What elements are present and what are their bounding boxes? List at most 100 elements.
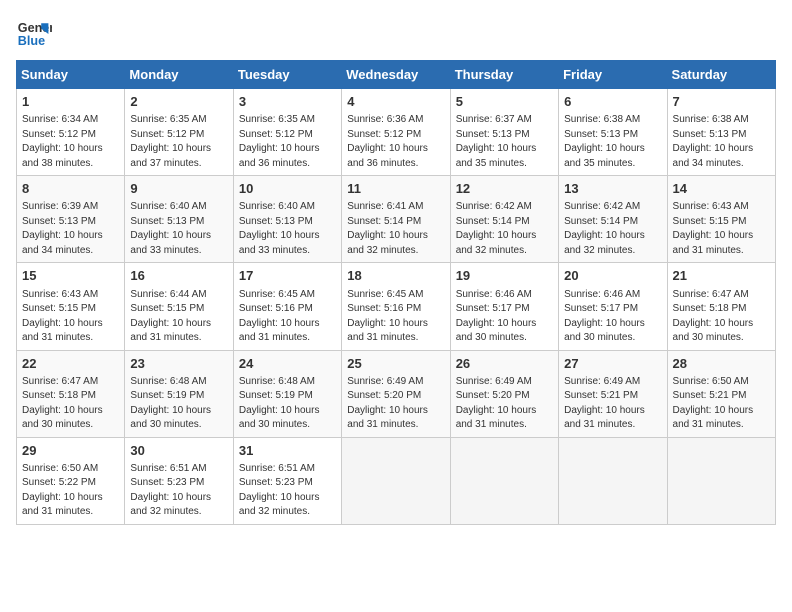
day-number: 4: [347, 93, 444, 111]
day-number: 26: [456, 355, 553, 373]
day-info: Sunrise: 6:35 AMSunset: 5:12 PMDaylight:…: [130, 113, 227, 171]
day-info: Sunrise: 6:49 AMSunset: 5:20 PMDaylight:…: [456, 375, 553, 433]
calendar-day-cell: 10 Sunrise: 6:40 AMSunset: 5:13 PMDayligh…: [233, 176, 341, 263]
calendar-day-cell: 8 Sunrise: 6:39 AMSunset: 5:13 PMDaylight…: [17, 176, 125, 263]
day-info: Sunrise: 6:49 AMSunset: 5:21 PMDaylight:…: [564, 375, 661, 433]
day-number: 2: [130, 93, 227, 111]
day-info: Sunrise: 6:38 AMSunset: 5:13 PMDaylight:…: [564, 113, 661, 171]
day-number: 13: [564, 180, 661, 198]
day-info: Sunrise: 6:38 AMSunset: 5:13 PMDaylight:…: [673, 113, 770, 171]
day-info: Sunrise: 6:44 AMSunset: 5:15 PMDaylight:…: [130, 288, 227, 346]
calendar-day-cell: 2 Sunrise: 6:35 AMSunset: 5:12 PMDaylight…: [125, 89, 233, 176]
calendar-day-cell: 26 Sunrise: 6:49 AMSunset: 5:20 PMDayligh…: [450, 350, 558, 437]
day-info: Sunrise: 6:49 AMSunset: 5:20 PMDaylight:…: [347, 375, 444, 433]
day-info: Sunrise: 6:46 AMSunset: 5:17 PMDaylight:…: [456, 288, 553, 346]
day-number: 17: [239, 267, 336, 285]
day-number: 31: [239, 442, 336, 460]
day-info: Sunrise: 6:47 AMSunset: 5:18 PMDaylight:…: [22, 375, 119, 433]
day-number: 20: [564, 267, 661, 285]
calendar-week-row: 22Sunrise: 6:47 AMSunset: 5:18 PMDayligh…: [17, 350, 776, 437]
day-header-sunday: Sunday: [17, 61, 125, 89]
calendar-day-cell: 27 Sunrise: 6:49 AMSunset: 5:21 PMDayligh…: [559, 350, 667, 437]
calendar-day-cell: [559, 437, 667, 524]
day-number: 11: [347, 180, 444, 198]
day-number: 1: [22, 93, 119, 111]
calendar-day-cell: 14 Sunrise: 6:43 AMSunset: 5:15 PMDayligh…: [667, 176, 775, 263]
calendar-day-cell: 21 Sunrise: 6:47 AMSunset: 5:18 PMDayligh…: [667, 263, 775, 350]
day-info: Sunrise: 6:42 AMSunset: 5:14 PMDaylight:…: [564, 200, 661, 258]
calendar-week-row: 29 Sunrise: 6:50 AMSunset: 5:22 PMDayligh…: [17, 437, 776, 524]
calendar-day-cell: 20 Sunrise: 6:46 AMSunset: 5:17 PMDayligh…: [559, 263, 667, 350]
logo-icon: General Blue: [16, 16, 52, 52]
calendar-day-cell: 18 Sunrise: 6:45 AMSunset: 5:16 PMDayligh…: [342, 263, 450, 350]
calendar-day-cell: 3 Sunrise: 6:35 AMSunset: 5:12 PMDaylight…: [233, 89, 341, 176]
day-info: Sunrise: 6:47 AMSunset: 5:18 PMDaylight:…: [673, 288, 770, 346]
calendar-day-cell: 9 Sunrise: 6:40 AMSunset: 5:13 PMDaylight…: [125, 176, 233, 263]
day-number: 18: [347, 267, 444, 285]
day-number: 12: [456, 180, 553, 198]
day-info: Sunrise: 6:42 AMSunset: 5:14 PMDaylight:…: [456, 200, 553, 258]
day-info: Sunrise: 6:46 AMSunset: 5:17 PMDaylight:…: [564, 288, 661, 346]
day-number: 21: [673, 267, 770, 285]
day-number: 10: [239, 180, 336, 198]
day-info: Sunrise: 6:50 AMSunset: 5:22 PMDaylight:…: [22, 462, 119, 520]
calendar-day-cell: 24 Sunrise: 6:48 AMSunset: 5:19 PMDayligh…: [233, 350, 341, 437]
day-number: 8: [22, 180, 119, 198]
calendar-day-cell: 7 Sunrise: 6:38 AMSunset: 5:13 PMDaylight…: [667, 89, 775, 176]
calendar-day-cell: 19Sunrise: 6:46 AMSunset: 5:17 PMDayligh…: [450, 263, 558, 350]
day-info: Sunrise: 6:45 AMSunset: 5:16 PMDaylight:…: [347, 288, 444, 346]
day-info: Sunrise: 6:36 AMSunset: 5:12 PMDaylight:…: [347, 113, 444, 171]
day-info: Sunrise: 6:45 AMSunset: 5:16 PMDaylight:…: [239, 288, 336, 346]
page-header: General Blue: [16, 16, 776, 52]
day-number: 7: [673, 93, 770, 111]
day-number: 14: [673, 180, 770, 198]
day-info: Sunrise: 6:48 AMSunset: 5:19 PMDaylight:…: [239, 375, 336, 433]
day-header-thursday: Thursday: [450, 61, 558, 89]
calendar-day-cell: 6 Sunrise: 6:38 AMSunset: 5:13 PMDaylight…: [559, 89, 667, 176]
day-info: Sunrise: 6:34 AMSunset: 5:12 PMDaylight:…: [22, 113, 119, 171]
calendar-week-row: 15Sunrise: 6:43 AMSunset: 5:15 PMDayligh…: [17, 263, 776, 350]
day-number: 28: [673, 355, 770, 373]
calendar-day-cell: [450, 437, 558, 524]
day-number: 15: [22, 267, 119, 285]
day-info: Sunrise: 6:51 AMSunset: 5:23 PMDaylight:…: [239, 462, 336, 520]
calendar-week-row: 8 Sunrise: 6:39 AMSunset: 5:13 PMDaylight…: [17, 176, 776, 263]
day-info: Sunrise: 6:37 AMSunset: 5:13 PMDaylight:…: [456, 113, 553, 171]
day-number: 6: [564, 93, 661, 111]
calendar-day-cell: 23Sunrise: 6:48 AMSunset: 5:19 PMDayligh…: [125, 350, 233, 437]
day-info: Sunrise: 6:40 AMSunset: 5:13 PMDaylight:…: [239, 200, 336, 258]
calendar-day-cell: 28Sunrise: 6:50 AMSunset: 5:21 PMDayligh…: [667, 350, 775, 437]
calendar-day-cell: 31 Sunrise: 6:51 AMSunset: 5:23 PMDayligh…: [233, 437, 341, 524]
day-info: Sunrise: 6:35 AMSunset: 5:12 PMDaylight:…: [239, 113, 336, 171]
calendar-day-cell: 15Sunrise: 6:43 AMSunset: 5:15 PMDayligh…: [17, 263, 125, 350]
calendar-day-cell: [342, 437, 450, 524]
calendar-day-cell: 1 Sunrise: 6:34 AMSunset: 5:12 PMDaylight…: [17, 89, 125, 176]
day-number: 24: [239, 355, 336, 373]
calendar-week-row: 1 Sunrise: 6:34 AMSunset: 5:12 PMDaylight…: [17, 89, 776, 176]
calendar-header-row: SundayMondayTuesdayWednesdayThursdayFrid…: [17, 61, 776, 89]
day-number: 27: [564, 355, 661, 373]
day-header-saturday: Saturday: [667, 61, 775, 89]
day-info: Sunrise: 6:39 AMSunset: 5:13 PMDaylight:…: [22, 200, 119, 258]
calendar-day-cell: 22Sunrise: 6:47 AMSunset: 5:18 PMDayligh…: [17, 350, 125, 437]
day-info: Sunrise: 6:40 AMSunset: 5:13 PMDaylight:…: [130, 200, 227, 258]
calendar-day-cell: 30Sunrise: 6:51 AMSunset: 5:23 PMDayligh…: [125, 437, 233, 524]
calendar-table: SundayMondayTuesdayWednesdayThursdayFrid…: [16, 60, 776, 525]
calendar-day-cell: 11 Sunrise: 6:41 AMSunset: 5:14 PMDayligh…: [342, 176, 450, 263]
day-info: Sunrise: 6:43 AMSunset: 5:15 PMDaylight:…: [673, 200, 770, 258]
calendar-day-cell: 4 Sunrise: 6:36 AMSunset: 5:12 PMDaylight…: [342, 89, 450, 176]
day-header-wednesday: Wednesday: [342, 61, 450, 89]
day-number: 23: [130, 355, 227, 373]
calendar-day-cell: 13 Sunrise: 6:42 AMSunset: 5:14 PMDayligh…: [559, 176, 667, 263]
day-number: 9: [130, 180, 227, 198]
day-number: 3: [239, 93, 336, 111]
day-number: 16: [130, 267, 227, 285]
day-header-friday: Friday: [559, 61, 667, 89]
svg-text:Blue: Blue: [18, 34, 45, 48]
day-info: Sunrise: 6:51 AMSunset: 5:23 PMDaylight:…: [130, 462, 227, 520]
day-info: Sunrise: 6:41 AMSunset: 5:14 PMDaylight:…: [347, 200, 444, 258]
calendar-day-cell: 5Sunrise: 6:37 AMSunset: 5:13 PMDaylight…: [450, 89, 558, 176]
calendar-day-cell: 16 Sunrise: 6:44 AMSunset: 5:15 PMDayligh…: [125, 263, 233, 350]
day-number: 29: [22, 442, 119, 460]
calendar-day-cell: [667, 437, 775, 524]
